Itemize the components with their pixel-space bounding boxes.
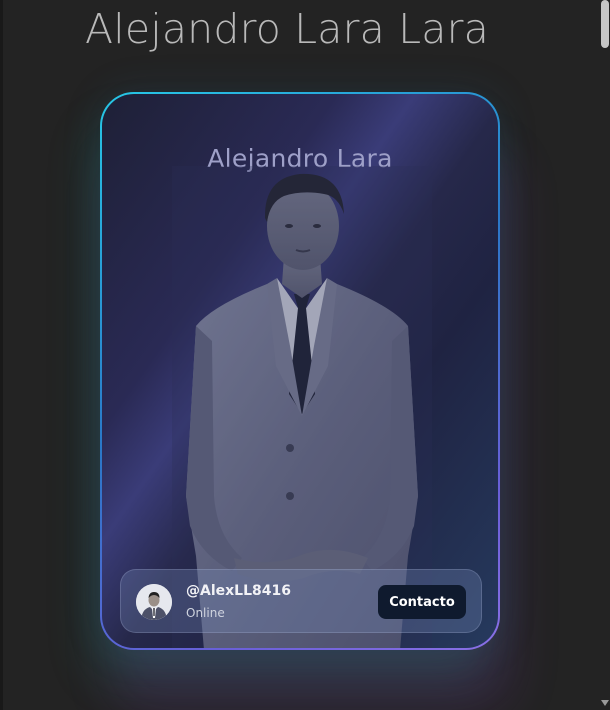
person-photo-icon (136, 584, 172, 620)
contact-button[interactable]: Contacto (378, 585, 466, 619)
page-heading: Alejandro Lara Lara (85, 5, 489, 53)
vertical-scrollbar[interactable] (600, 0, 610, 710)
page: Alejandro Lara Lara Alejandro Lara @Alex… (0, 0, 610, 710)
window-edge (0, 0, 3, 710)
online-status: Online (186, 606, 225, 620)
profile-card: Alejandro Lara @AlexLL8416 Online Contac… (100, 92, 500, 650)
profile-handle: @AlexLL8416 (186, 583, 291, 599)
arrow-down-icon[interactable] (601, 700, 609, 706)
scroll-thumb[interactable] (601, 0, 609, 48)
profile-bar: @AlexLL8416 Online Contacto (120, 569, 482, 633)
